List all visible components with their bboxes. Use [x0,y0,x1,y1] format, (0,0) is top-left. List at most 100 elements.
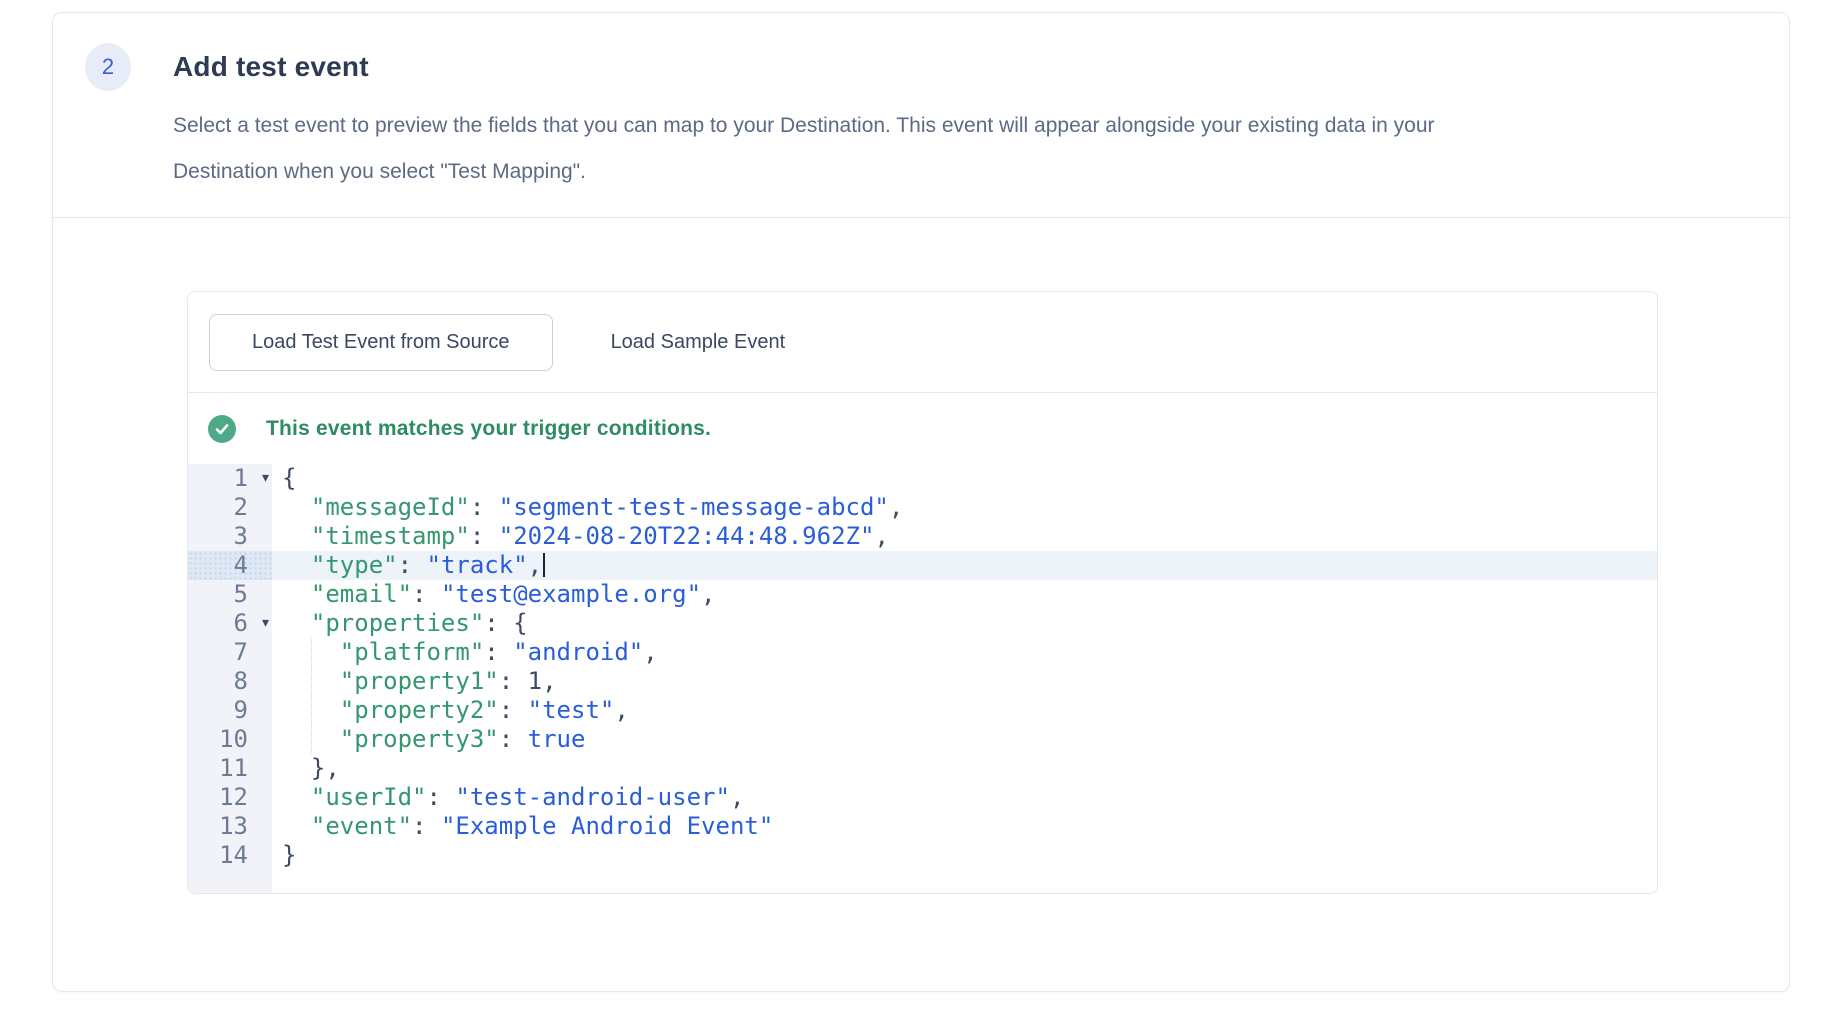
code-line-content[interactable]: "platform": "android", [272,638,1657,667]
gutter-cell: 6▾ [188,609,272,638]
code-line-content[interactable]: "type": "track", [272,551,1657,580]
load-test-event-button[interactable]: Load Test Event from Source [209,314,553,371]
code-token-key: "timestamp" [311,522,470,550]
code-line-content[interactable]: "userId": "test-android-user", [272,783,1657,812]
gutter-cell: 8 [188,667,272,696]
code-line[interactable]: 8"property1": 1, [188,667,1657,696]
code-line-content[interactable]: "messageId": "segment-test-message-abcd"… [272,493,1657,522]
card-header: 2 Add test event Select a test event to … [53,13,1789,195]
code-token-str: "test@example.org" [441,580,701,608]
code-token-str: "2024-08-20T22:44:48.962Z" [499,522,875,550]
code-token-num: 1 [528,667,542,695]
editor-gutter-filler [188,870,272,893]
code-token-punc: , [643,638,657,666]
code-token-punc: , [614,696,628,724]
line-number: 11 [188,754,272,783]
gutter-cell: 5 [188,580,272,609]
code-token-punc: : [499,725,528,753]
test-event-panel: Load Test Event from Source Load Sample … [187,291,1658,894]
code-line[interactable]: 12"userId": "test-android-user", [188,783,1657,812]
code-token-key: "type" [311,551,398,579]
code-token-punc: : [398,551,427,579]
code-token-key: "properties" [311,609,484,637]
code-token-punc: : [499,667,528,695]
line-number: 13 [188,812,272,841]
code-token-punc: : [412,580,441,608]
card-content: Load Test Event from Source Load Sample … [53,218,1789,894]
line-number: 12 [188,783,272,812]
code-line-content[interactable]: "properties": { [272,609,1657,638]
line-number: 2 [188,493,272,522]
code-token-punc: , [730,783,744,811]
add-test-event-card: 2 Add test event Select a test event to … [52,12,1790,992]
code-token-str: "test-android-user" [455,783,730,811]
indent-guide [311,725,312,754]
code-token-punc: : [499,696,528,724]
code-line-content[interactable]: "property2": "test", [272,696,1657,725]
code-line[interactable]: 3"timestamp": "2024-08-20T22:44:48.962Z"… [188,522,1657,551]
code-line[interactable]: 14} [188,841,1657,870]
code-token-key: "userId" [311,783,427,811]
fold-toggle-icon[interactable]: ▾ [262,464,269,493]
code-token-str: "track" [427,551,528,579]
gutter-cell: 13 [188,812,272,841]
gutter-cell: 3 [188,522,272,551]
line-number: 3 [188,522,272,551]
code-line[interactable]: 7"platform": "android", [188,638,1657,667]
code-line[interactable]: 13"event": "Example Android Event" [188,812,1657,841]
code-line[interactable]: 10"property3": true [188,725,1657,754]
editor-filler-row[interactable] [188,870,1657,893]
code-line[interactable]: 6▾"properties": { [188,609,1657,638]
code-line-content[interactable]: { [272,464,1657,493]
code-token-punc: : [484,638,513,666]
code-token-key: "event" [311,812,412,840]
code-token-key: "messageId" [311,493,470,521]
line-number: 7 [188,638,272,667]
line-number: 9 [188,696,272,725]
code-line-content[interactable]: "timestamp": "2024-08-20T22:44:48.962Z", [272,522,1657,551]
code-line-content[interactable]: "property1": 1, [272,667,1657,696]
code-token-punc: : [470,522,499,550]
gutter-cell: 7 [188,638,272,667]
indent-guide [311,696,312,725]
line-number: 8 [188,667,272,696]
line-number: 1 [188,464,272,493]
code-token-punc: , [542,667,556,695]
gutter-cell: 2 [188,493,272,522]
check-circle-icon [208,415,236,443]
code-token-punc: , [701,580,715,608]
code-line[interactable]: 11}, [188,754,1657,783]
code-line[interactable]: 5"email": "test@example.org", [188,580,1657,609]
editor-code-filler[interactable] [272,870,1657,893]
code-token-punc: : { [484,609,527,637]
code-token-key: "property2" [340,696,499,724]
code-line-content[interactable]: "event": "Example Android Event" [272,812,1657,841]
code-line[interactable]: 9"property2": "test", [188,696,1657,725]
code-line-content[interactable]: "email": "test@example.org", [272,580,1657,609]
code-token-key: "email" [311,580,412,608]
load-sample-event-button[interactable]: Load Sample Event [583,314,814,371]
code-token-punc: : [412,812,441,840]
fold-toggle-icon[interactable]: ▾ [262,609,269,638]
line-number: 14 [188,841,272,870]
code-line[interactable]: 4"type": "track", [188,551,1657,580]
code-token-punc: }, [311,754,340,782]
code-editor[interactable]: 1▾{2"messageId": "segment-test-message-a… [188,464,1657,893]
code-line[interactable]: 1▾{ [188,464,1657,493]
code-line-content[interactable]: } [272,841,1657,870]
code-token-bool: true [528,725,586,753]
gutter-cell: 14 [188,841,272,870]
line-number: 10 [188,725,272,754]
step-number-badge: 2 [85,43,131,91]
trigger-status-row: This event matches your trigger conditio… [188,393,1657,464]
code-token-punc: : [470,493,499,521]
code-token-punc: , [874,522,888,550]
line-number: 5 [188,580,272,609]
code-line-content[interactable]: }, [272,754,1657,783]
indent-guide [311,667,312,696]
code-line-content[interactable]: "property3": true [272,725,1657,754]
event-loader-button-row: Load Test Event from Source Load Sample … [188,292,1657,392]
code-token-punc: : [426,783,455,811]
code-line[interactable]: 2"messageId": "segment-test-message-abcd… [188,493,1657,522]
gutter-cell: 4 [188,551,272,580]
